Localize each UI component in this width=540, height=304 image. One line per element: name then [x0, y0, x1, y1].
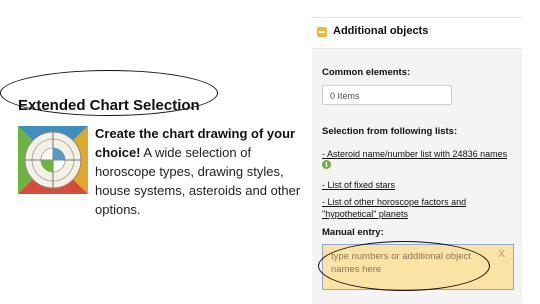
- selection-lists-label: Selection from following lists:: [322, 126, 458, 137]
- other-factors-link[interactable]: - List of other horoscope factors and: [322, 196, 466, 208]
- highlight-ellipse-bottom: [318, 241, 490, 291]
- promo-text: Create the chart drawing of your choice!…: [95, 124, 315, 219]
- section-title: Extended Chart Selection: [18, 97, 200, 114]
- clear-icon[interactable]: X: [498, 249, 505, 260]
- collapse-icon[interactable]: [317, 27, 327, 37]
- hypothetical-planets-link[interactable]: "hypothetical" planets: [322, 208, 408, 220]
- panel-header[interactable]: Additional objects: [312, 17, 522, 49]
- info-icon[interactable]: i: [322, 160, 331, 169]
- fixed-stars-link[interactable]: - List of fixed stars: [322, 179, 395, 191]
- chart-wheel-thumbnail: [18, 126, 88, 194]
- common-elements-label: Common elements:: [322, 67, 411, 78]
- manual-entry-label: Manual entry:: [322, 227, 384, 238]
- asteroid-list-link[interactable]: - Asteroid name/number list with 24836 n…: [322, 148, 507, 160]
- common-elements-select[interactable]: 0 Items: [322, 85, 452, 105]
- panel-title: Additional objects: [333, 25, 429, 37]
